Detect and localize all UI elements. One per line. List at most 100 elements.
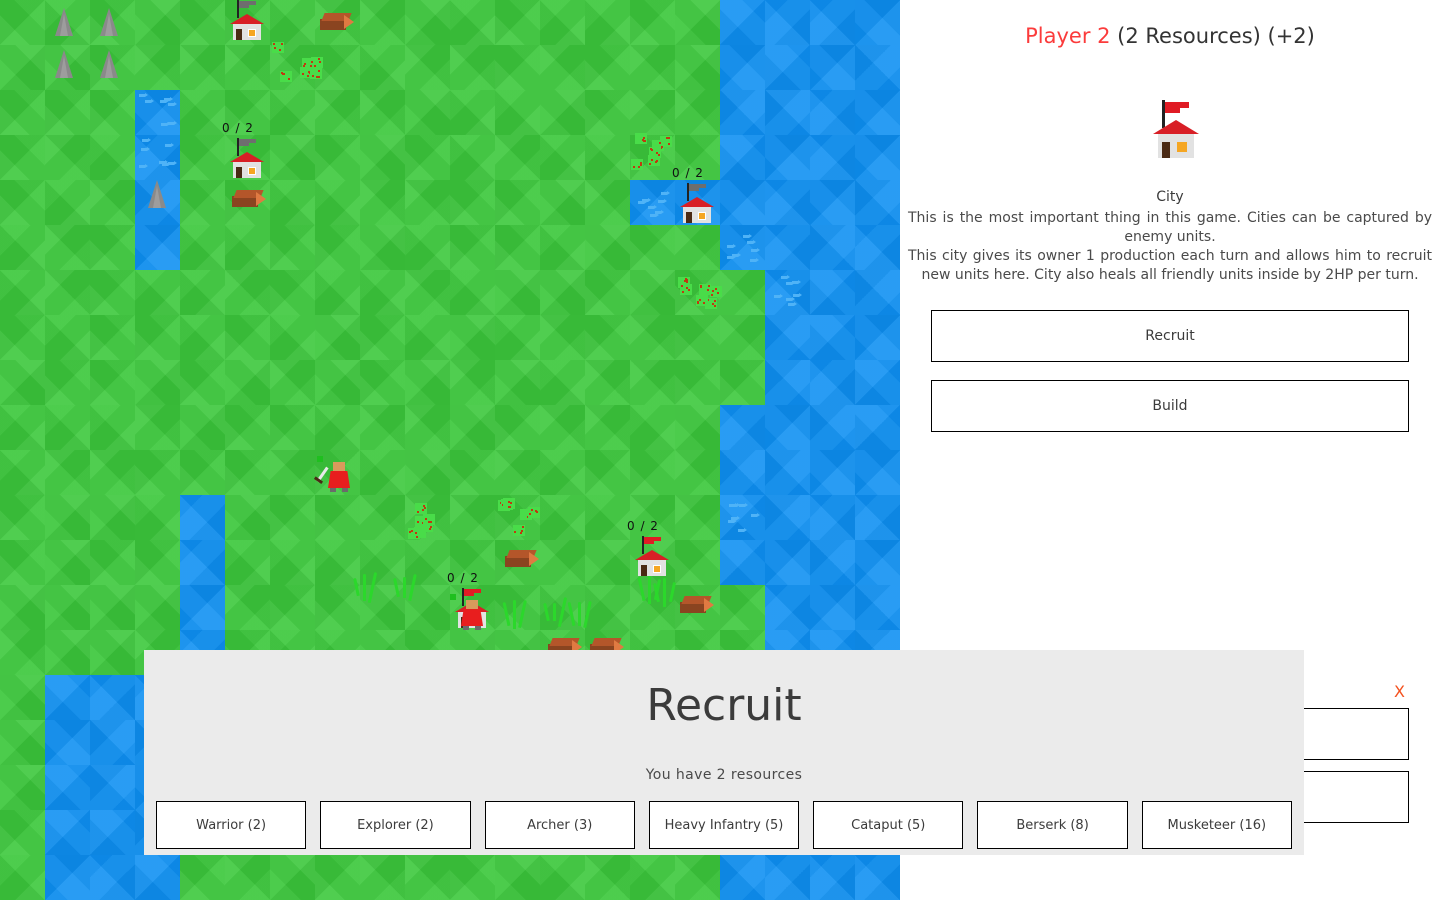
map-tile-water[interactable] <box>765 45 810 90</box>
map-tile-grass[interactable] <box>225 450 270 495</box>
map-tile-water[interactable] <box>765 495 810 540</box>
map-tile-grass[interactable] <box>540 180 585 225</box>
map-tile-grass[interactable] <box>315 270 360 315</box>
map-tile-grass[interactable] <box>585 585 630 630</box>
map-tile-water[interactable] <box>720 135 765 180</box>
map-tile-grass[interactable] <box>720 585 765 630</box>
map-tile-grass[interactable] <box>720 360 765 405</box>
recruit-unit-button[interactable]: Explorer (2) <box>320 801 471 849</box>
map-tile-grass[interactable] <box>135 360 180 405</box>
map-tile-grass[interactable] <box>585 225 630 270</box>
map-tile-water[interactable] <box>765 855 810 900</box>
map-tile-grass[interactable] <box>180 180 225 225</box>
map-tile-grass[interactable] <box>90 585 135 630</box>
map-tile-water[interactable] <box>765 450 810 495</box>
map-tile-water[interactable] <box>810 405 855 450</box>
map-tile-water[interactable] <box>855 135 900 180</box>
map-tile-water[interactable] <box>765 315 810 360</box>
map-tile-water[interactable] <box>855 585 900 630</box>
map-tile-water[interactable] <box>810 585 855 630</box>
map-tile-grass[interactable] <box>630 270 675 315</box>
map-tile-grass[interactable] <box>495 270 540 315</box>
map-tile-grass[interactable] <box>225 585 270 630</box>
map-tile-grass[interactable] <box>675 90 720 135</box>
map-tile-grass[interactable] <box>630 315 675 360</box>
map-tile-water[interactable] <box>765 90 810 135</box>
map-tile-grass[interactable] <box>450 0 495 45</box>
map-tile-grass[interactable] <box>585 45 630 90</box>
recruit-unit-button[interactable]: Musketeer (16) <box>1141 801 1292 849</box>
map-tile-grass[interactable] <box>315 90 360 135</box>
map-tile-water[interactable] <box>765 360 810 405</box>
map-tile-grass[interactable] <box>585 495 630 540</box>
map-tile-water[interactable] <box>45 810 90 855</box>
map-tile-water[interactable] <box>810 540 855 585</box>
close-icon[interactable]: X <box>1394 682 1405 701</box>
map-tile-grass[interactable] <box>315 135 360 180</box>
map-tile-water[interactable] <box>720 540 765 585</box>
map-tile-grass[interactable] <box>540 855 585 900</box>
map-tile-grass[interactable] <box>225 405 270 450</box>
boat-icon[interactable] <box>320 13 354 30</box>
map-tile-grass[interactable] <box>90 225 135 270</box>
map-city-neutral[interactable] <box>230 138 264 180</box>
map-tile-grass[interactable] <box>270 315 315 360</box>
map-tile-grass[interactable] <box>720 270 765 315</box>
map-tile-grass[interactable] <box>450 495 495 540</box>
map-tile-water[interactable] <box>765 225 810 270</box>
map-tile-grass[interactable] <box>675 855 720 900</box>
map-tile-grass[interactable] <box>180 45 225 90</box>
map-tile-water[interactable] <box>765 405 810 450</box>
map-tile-grass[interactable] <box>90 450 135 495</box>
map-tile-water[interactable] <box>810 495 855 540</box>
map-tile-water[interactable] <box>720 405 765 450</box>
map-tile-grass[interactable] <box>180 135 225 180</box>
map-tile-grass[interactable] <box>315 180 360 225</box>
map-tile-water[interactable] <box>855 225 900 270</box>
map-tile-grass[interactable] <box>495 585 540 630</box>
map-tile-grass[interactable] <box>135 495 180 540</box>
map-tile-grass[interactable] <box>0 720 45 765</box>
map-tile-grass[interactable] <box>135 540 180 585</box>
map-tile-grass[interactable] <box>225 360 270 405</box>
map-tile-grass[interactable] <box>270 180 315 225</box>
map-tile-grass[interactable] <box>585 0 630 45</box>
map-tile-grass[interactable] <box>405 45 450 90</box>
map-tile-grass[interactable] <box>540 315 585 360</box>
map-tile-water[interactable] <box>855 495 900 540</box>
map-tile-water[interactable] <box>180 495 225 540</box>
map-tile-grass[interactable] <box>450 135 495 180</box>
map-tile-grass[interactable] <box>540 45 585 90</box>
map-tile-grass[interactable] <box>90 135 135 180</box>
map-tile-grass[interactable] <box>180 0 225 45</box>
boat-icon[interactable] <box>680 596 714 613</box>
map-tile-grass[interactable] <box>675 405 720 450</box>
map-tile-grass[interactable] <box>675 450 720 495</box>
map-tile-grass[interactable] <box>360 90 405 135</box>
map-tile-water[interactable] <box>810 90 855 135</box>
map-tile-grass[interactable] <box>495 135 540 180</box>
map-tile-grass[interactable] <box>180 405 225 450</box>
map-tile-grass[interactable] <box>495 180 540 225</box>
map-tile-grass[interactable] <box>45 315 90 360</box>
map-tile-grass[interactable] <box>225 540 270 585</box>
map-tile-grass[interactable] <box>360 360 405 405</box>
map-tile-grass[interactable] <box>405 855 450 900</box>
map-tile-grass[interactable] <box>0 225 45 270</box>
map-tile-grass[interactable] <box>90 90 135 135</box>
map-tile-grass[interactable] <box>45 405 90 450</box>
map-tile-grass[interactable] <box>90 180 135 225</box>
map-tile-water[interactable] <box>810 450 855 495</box>
map-tile-grass[interactable] <box>450 180 495 225</box>
map-tile-grass[interactable] <box>675 540 720 585</box>
map-tile-grass[interactable] <box>0 405 45 450</box>
map-city-neutral[interactable] <box>680 183 714 225</box>
map-tile-water[interactable] <box>855 855 900 900</box>
map-tile-grass[interactable] <box>45 585 90 630</box>
map-tile-grass[interactable] <box>540 135 585 180</box>
map-tile-grass[interactable] <box>360 315 405 360</box>
map-tile-water[interactable] <box>855 540 900 585</box>
map-tile-grass[interactable] <box>585 855 630 900</box>
map-tile-water[interactable] <box>765 585 810 630</box>
map-tile-grass[interactable] <box>225 315 270 360</box>
